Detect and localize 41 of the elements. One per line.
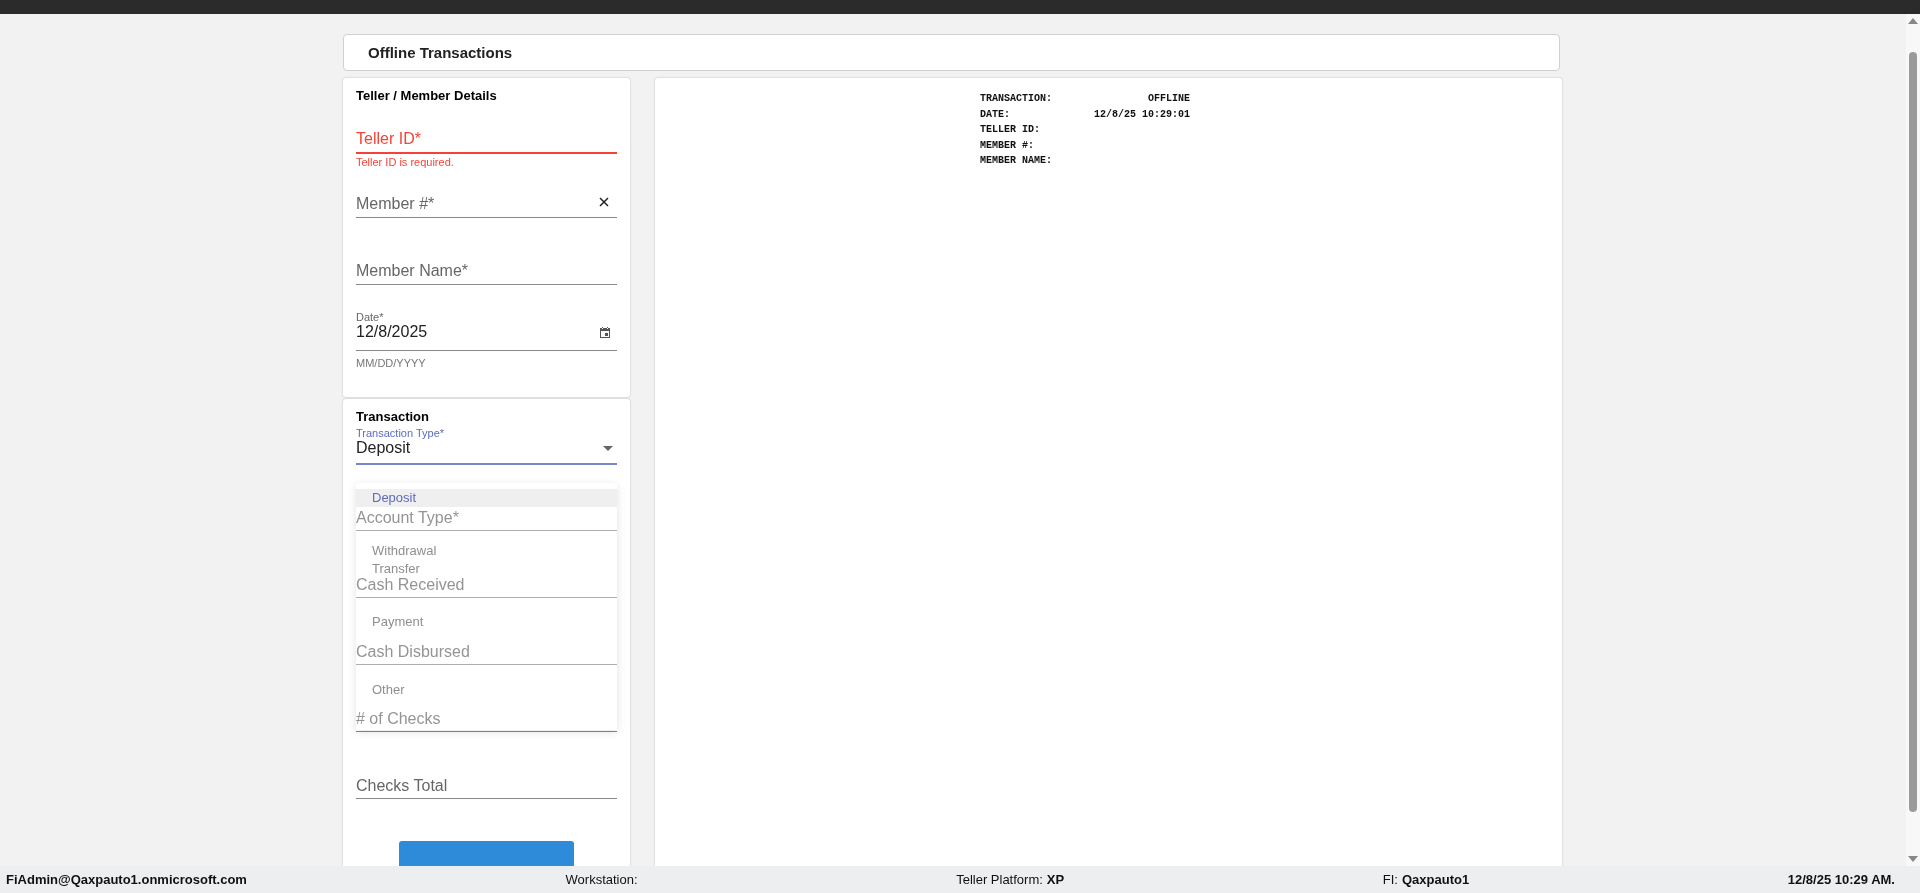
input-field[interactable]: Cash Received [356, 576, 617, 598]
scrollbar[interactable] [1906, 14, 1920, 866]
menu-option[interactable]: Payment [356, 613, 617, 631]
helper-text: MM/DD/YYYY [356, 357, 426, 369]
menu-option[interactable]: Deposit [356, 489, 617, 507]
scrollbar-thumb[interactable] [1909, 52, 1917, 812]
status-text: Teller Platform: XP [956, 872, 1065, 887]
input-field[interactable]: Member Name* [356, 255, 617, 285]
input-field[interactable]: Checks Total [356, 777, 617, 799]
receipt-value: OFFLINE [1148, 93, 1190, 106]
calendar-icon[interactable] [599, 325, 611, 339]
receipt-value: 12/8/25 10:29:01 [1094, 108, 1190, 122]
receipt-label: TRANSACTION: [980, 93, 1052, 106]
input-field[interactable]: # of Checks [356, 710, 617, 732]
input-field[interactable]: Member #* [356, 188, 617, 218]
menu-option[interactable]: Withdrawal [356, 542, 617, 560]
field-label: Date* [356, 311, 385, 323]
error-message: Teller ID is required. [356, 156, 454, 169]
field-value: 12/8/2025 [356, 323, 428, 341]
receipt-label: TELLER ID: [980, 124, 1040, 137]
menu-option[interactable]: Other [356, 681, 617, 699]
receipt-label: MEMBER NAME: [980, 155, 1052, 168]
scroll-up-icon[interactable] [1908, 18, 1918, 24]
status-text: Workstation: [565, 872, 638, 887]
status-text: FiAdmin@Qaxpauto1.onmicrosoft.com [6, 872, 247, 887]
scroll-down-icon[interactable] [1908, 856, 1918, 862]
receipt-label: MEMBER #: [980, 139, 1034, 153]
section-title: Transaction [356, 409, 430, 424]
caret-icon [603, 445, 613, 451]
input-field[interactable]: Cash Disbursed [356, 643, 617, 665]
receipt-label: DATE: [980, 108, 1010, 122]
clear-icon[interactable] [599, 197, 609, 207]
section-title: Teller / Member Details [356, 88, 498, 103]
status-text: FI: Qaxpauto1 [1382, 872, 1470, 887]
date-field[interactable]: Date* 12/8/2025 [356, 311, 617, 351]
menu-option[interactable]: Transfer [356, 560, 617, 578]
status-text: 12/8/25 10:29 AM. [1787, 872, 1895, 887]
input-field[interactable]: Teller ID* [356, 124, 617, 154]
page-title: Offline Transactions [368, 44, 513, 61]
transaction-type-select[interactable]: Transaction Type* Deposit [356, 427, 617, 465]
input-field[interactable]: Account Type* [356, 509, 617, 531]
